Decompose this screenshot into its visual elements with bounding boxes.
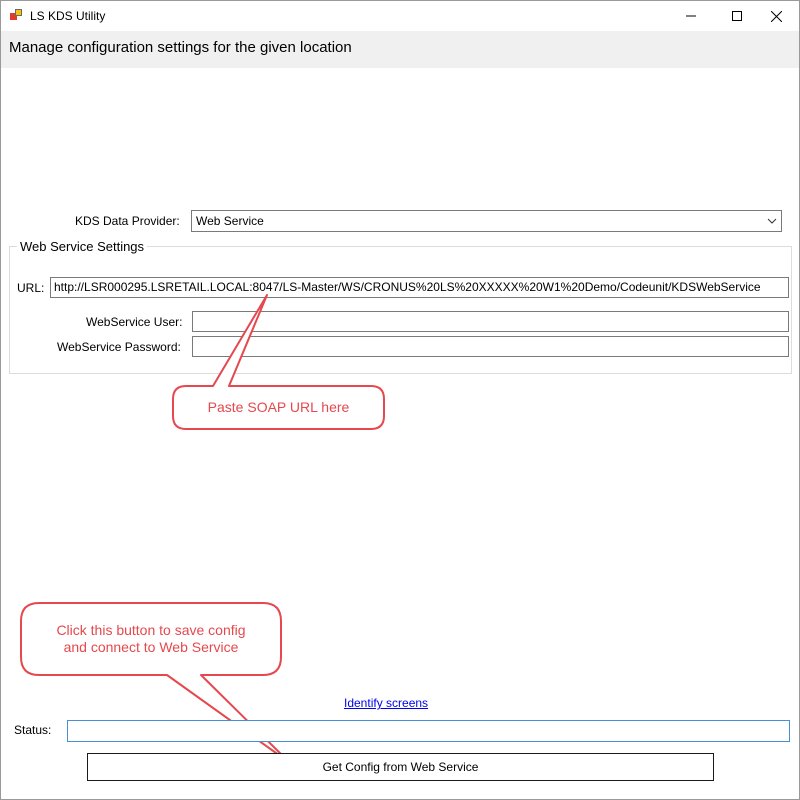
page-title: Manage configuration settings for the gi… [9,39,352,56]
webservice-password-label: WebService Password: [57,340,181,354]
title-bar[interactable]: LS KDS Utility [1,1,799,31]
close-icon [770,10,782,22]
webservice-user-field[interactable] [192,311,789,332]
chevron-down-icon[interactable] [767,215,777,227]
url-callout-text: Paste SOAP URL here [207,399,350,415]
app-icon [10,9,23,21]
button-callout-text-line1: Click this button to save config [56,622,246,638]
webservice-password-field[interactable] [192,336,789,357]
provider-selected-value: Web Service [196,214,264,228]
close-button[interactable] [753,1,799,31]
header-band: Manage configuration settings for the gi… [1,31,799,68]
button-callout-text-line2: and connect to Web Service [63,639,239,655]
window-title: LS KDS Utility [30,9,106,23]
provider-select[interactable]: Web Service [191,210,782,232]
callouts-layer [20,294,385,764]
status-label: Status: [14,723,52,737]
webservice-user-label: WebService User: [86,315,183,329]
url-label: URL: [17,281,45,295]
status-field[interactable] [67,720,790,742]
app-window: LS KDS Utility Manage configuration sett… [0,0,800,800]
minimize-button[interactable] [668,1,714,31]
identify-screens-link[interactable]: Identify screens [344,696,428,710]
provider-label: KDS Data Provider: [75,214,180,228]
webservice-settings-legend: Web Service Settings [17,239,148,254]
get-config-button[interactable]: Get Config from Web Service [87,753,714,781]
maximize-icon [732,11,742,21]
minimize-icon [686,15,696,17]
url-field[interactable]: http://LSR000295.LSRETAIL.LOCAL:8047/LS-… [50,277,789,298]
